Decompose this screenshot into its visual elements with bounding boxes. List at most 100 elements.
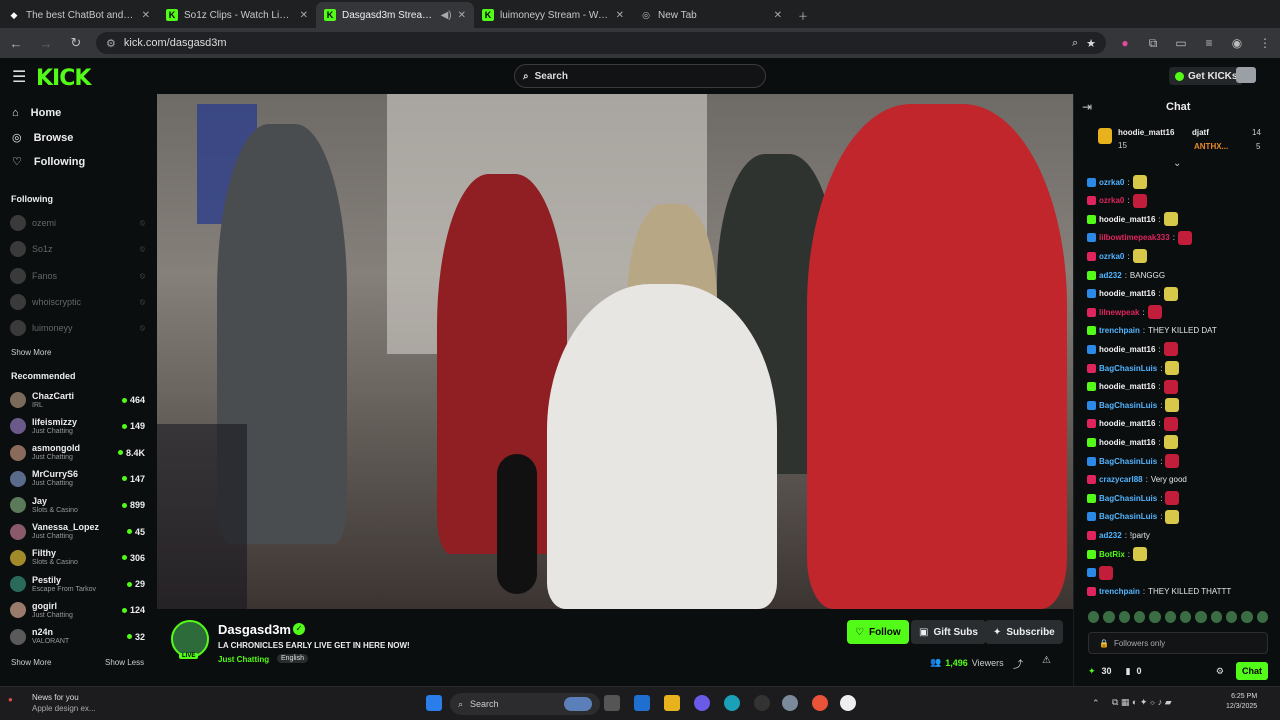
audio-icon[interactable]: ◀): [441, 10, 452, 21]
chat-username[interactable]: hoodie_matt16: [1099, 345, 1155, 354]
recommended-channel[interactable]: Filthy Slots & Casino 306: [10, 545, 145, 571]
emote-icon[interactable]: [1195, 611, 1207, 623]
browser-tab[interactable]: ◆ The best ChatBot and Widgets ✕: [0, 2, 158, 28]
recommended-channel[interactable]: ChazCarti IRL 464: [10, 387, 145, 413]
chevron-up-icon[interactable]: ⌃: [1092, 698, 1100, 709]
chat-message[interactable]: hoodie_matt16:: [1087, 379, 1273, 395]
chat-username[interactable]: ozrka0: [1099, 252, 1124, 261]
following-channel[interactable]: Fanos ⦸: [10, 268, 145, 284]
show-more-link[interactable]: Show More: [11, 348, 51, 357]
chevron-down-icon[interactable]: ⌄: [1173, 158, 1181, 169]
list-icon[interactable]: ≡: [1200, 36, 1218, 50]
chat-username[interactable]: BagChasinLuis: [1099, 512, 1157, 521]
chat-message[interactable]: crazycarl88: Very good: [1087, 472, 1273, 488]
avatar[interactable]: [1236, 67, 1256, 83]
search-input[interactable]: ⌕ Search: [514, 64, 766, 88]
chat-username[interactable]: BagChasinLuis: [1099, 494, 1157, 503]
chat-message[interactable]: hoodie_matt16:: [1087, 341, 1273, 357]
app-icon[interactable]: [754, 695, 770, 711]
emote-icon[interactable]: [1179, 611, 1192, 623]
recommended-channel[interactable]: n24n VALORANT 32: [10, 624, 145, 650]
file-explorer-icon[interactable]: [664, 695, 680, 711]
share-icon[interactable]: ⤴: [1013, 656, 1023, 671]
nav-home[interactable]: ⌂ Home: [12, 107, 61, 119]
get-kicks-button[interactable]: Get KICKs: [1169, 67, 1244, 85]
chat-username[interactable]: ozrka0: [1099, 196, 1124, 205]
chat-username[interactable]: BotRix: [1099, 550, 1125, 559]
chat-message[interactable]: BagChasinLuis:: [1087, 509, 1273, 525]
close-icon[interactable]: ✕: [774, 10, 782, 21]
kick-logo[interactable]: KICK: [36, 66, 91, 91]
chat-message[interactable]: trenchpain: THEY KILLED DAT: [1087, 323, 1273, 339]
chat-message[interactable]: ad232: !party: [1087, 527, 1273, 543]
new-tab-button[interactable]: ＋: [790, 2, 814, 28]
browser-tab[interactable]: ◎ New Tab ✕: [632, 2, 790, 28]
chat-username[interactable]: hoodie_matt16: [1099, 438, 1155, 447]
emote-icon[interactable]: [1256, 611, 1268, 623]
chat-username[interactable]: lilbowtimepeak333: [1099, 233, 1170, 242]
chat-message[interactable]: hoodie_matt16:: [1087, 211, 1273, 227]
settings-icon[interactable]: [782, 695, 798, 711]
back-icon[interactable]: ←: [6, 36, 26, 51]
chat-username[interactable]: BagChasinLuis: [1099, 401, 1157, 410]
chat-message[interactable]: hoodie_matt16:: [1087, 434, 1273, 450]
chat-username[interactable]: ad232: [1099, 531, 1122, 540]
chat-message[interactable]: hoodie_matt16:: [1087, 286, 1273, 302]
site-info-icon[interactable]: ⚙: [106, 37, 116, 50]
following-channel[interactable]: whoiscryptic ⦸: [10, 294, 145, 310]
cast-icon[interactable]: ▭: [1172, 36, 1190, 50]
system-clock[interactable]: 6:25 PM 12/3/2025: [1226, 692, 1257, 712]
emote-icon[interactable]: [1088, 611, 1100, 623]
chat-username[interactable]: hoodie_matt16: [1099, 382, 1155, 391]
tray-icons[interactable]: ⧉ ▦ ◐ ✦ ⌔ ♪ ▰: [1112, 697, 1172, 708]
video-player[interactable]: [157, 94, 1073, 609]
news-widget[interactable]: ● News for you Apple design ex...: [8, 692, 96, 714]
emote-icon[interactable]: [1241, 611, 1253, 623]
following-channel[interactable]: ozemi ⦸: [10, 215, 145, 231]
chat-username[interactable]: BagChasinLuis: [1099, 364, 1157, 373]
chat-username[interactable]: hoodie_matt16: [1099, 215, 1155, 224]
store-icon[interactable]: [634, 695, 650, 711]
chat-message[interactable]: ozrka0:: [1087, 174, 1273, 190]
streamer-name[interactable]: Dasgasd3m: [218, 622, 291, 637]
chat-message[interactable]: BagChasinLuis:: [1087, 360, 1273, 376]
chat-username[interactable]: trenchpain: [1099, 587, 1140, 596]
chat-message[interactable]: BotRix:: [1087, 546, 1273, 562]
close-icon[interactable]: ✕: [616, 10, 624, 21]
chat-username[interactable]: ozrka0: [1099, 178, 1124, 187]
show-more-link[interactable]: Show More: [11, 658, 51, 667]
recommended-channel[interactable]: asmongold Just Chatting 8.4K: [10, 440, 145, 466]
windows-start-icon[interactable]: [426, 695, 442, 711]
browser-tab-active[interactable]: K Dasgasd3m Stream - Watch ◀) ✕: [316, 2, 474, 28]
report-icon[interactable]: ⚠: [1042, 655, 1051, 666]
chat-message[interactable]: [1087, 565, 1273, 581]
chat-message[interactable]: BagChasinLuis:: [1087, 453, 1273, 469]
zoom-icon[interactable]: ⌕: [1072, 37, 1078, 50]
recommended-channel[interactable]: Jay Slots & Casino 899: [10, 492, 145, 518]
close-icon[interactable]: ✕: [300, 10, 308, 21]
close-icon[interactable]: ✕: [142, 10, 150, 21]
emote-icon[interactable]: [1103, 611, 1115, 623]
task-view-icon[interactable]: [604, 695, 620, 711]
chat-username[interactable]: hoodie_matt16: [1099, 419, 1155, 428]
chat-message[interactable]: BagChasinLuis:: [1087, 490, 1273, 506]
chat-username[interactable]: lilnewpeak: [1099, 308, 1139, 317]
gear-icon[interactable]: ⚙: [1216, 666, 1224, 677]
emote-icon[interactable]: [1164, 611, 1176, 623]
emote-icon[interactable]: [1133, 611, 1146, 623]
recommended-channel[interactable]: Pestily Escape From Tarkov 29: [10, 571, 145, 597]
language-tag[interactable]: English: [277, 654, 308, 663]
show-less-link[interactable]: Show Less: [105, 658, 144, 667]
edge-icon[interactable]: [724, 695, 740, 711]
profile-icon[interactable]: ◉: [1228, 36, 1246, 50]
subscribe-button[interactable]: ✦ Subscribe: [985, 620, 1063, 644]
emote-icon[interactable]: [1210, 611, 1222, 623]
recommended-channel[interactable]: lifeismizzy Just Chatting 149: [10, 413, 145, 439]
chat-input[interactable]: 🔒 Followers only: [1088, 632, 1268, 654]
star-icon[interactable]: ★: [1086, 37, 1096, 50]
nav-following[interactable]: ♡ Following: [12, 155, 85, 169]
chat-username[interactable]: hoodie_matt16: [1099, 289, 1155, 298]
puzzle-icon[interactable]: ⧉: [1144, 36, 1162, 51]
gift-subs-button[interactable]: ▣ Gift Subs: [911, 620, 986, 644]
chat-username[interactable]: ad232: [1099, 271, 1122, 280]
